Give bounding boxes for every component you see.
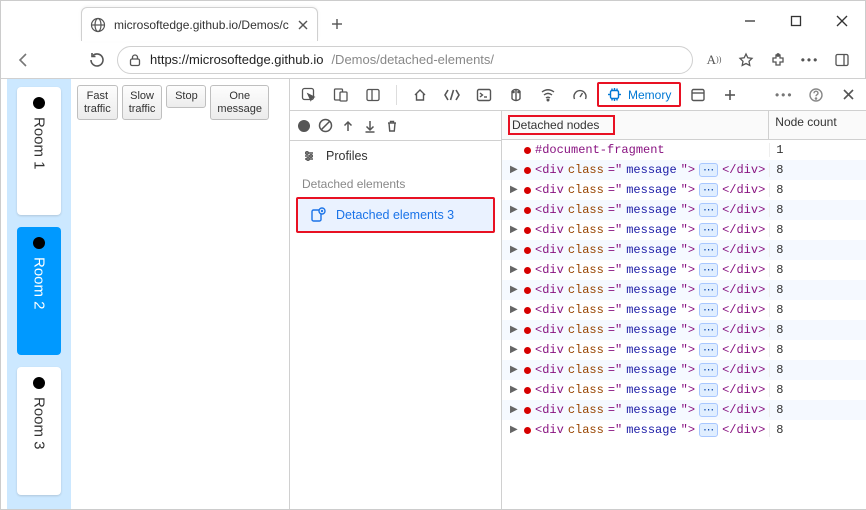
grid-header: Detached nodes Node count [502, 111, 866, 140]
address-bar: https://microsoftedge.github.io/Demos/de… [1, 41, 865, 79]
maximize-button[interactable] [773, 5, 819, 37]
site-info-icon[interactable] [128, 53, 142, 67]
grid-row[interactable]: ▶<div class="message">⋯</div>8 [502, 240, 866, 260]
sources-tab-icon[interactable] [501, 80, 531, 110]
delete-icon[interactable] [385, 119, 399, 133]
more-tabs-button[interactable] [715, 80, 745, 110]
tab-title: microsoftedge.github.io/Demos/c [114, 18, 289, 32]
dock-icon[interactable] [358, 80, 388, 110]
performance-tab-icon[interactable] [565, 80, 595, 110]
grid-row[interactable]: ▶<div class="message">⋯</div>8 [502, 380, 866, 400]
room-label: Room 1 [31, 117, 48, 170]
devtools-more-icon[interactable]: ••• [769, 80, 799, 110]
globe-icon [90, 17, 106, 33]
header-node-count[interactable]: Node count [769, 111, 866, 139]
elements-tab-icon[interactable] [437, 80, 467, 110]
rooms-strip: Room 1 Room 2 Room 3 [1, 79, 71, 509]
back-button[interactable] [9, 45, 39, 75]
grid-row[interactable]: ▶<div class="message">⋯</div>8 [502, 180, 866, 200]
new-tab-button[interactable] [322, 9, 352, 39]
fast-traffic-button[interactable]: Fast traffic [77, 85, 118, 120]
inspect-icon[interactable] [294, 80, 324, 110]
grid-row-fragment[interactable]: #document-fragment1 [502, 140, 866, 160]
grid-row[interactable]: ▶<div class="message">⋯</div>8 [502, 320, 866, 340]
close-devtools-icon[interactable] [833, 80, 863, 110]
grid-row[interactable]: ▶<div class="message">⋯</div>8 [502, 340, 866, 360]
window-titlebar: microsoftedge.github.io/Demos/c [1, 1, 865, 41]
page-controls: Fast traffic Slow traffic Stop One messa… [71, 79, 275, 509]
room-2[interactable]: Room 2 [17, 227, 61, 355]
grid-row[interactable]: ▶<div class="message">⋯</div>8 [502, 160, 866, 180]
welcome-tab-icon[interactable] [405, 80, 435, 110]
close-window-button[interactable] [819, 5, 865, 37]
profiles-label: Profiles [326, 149, 368, 163]
detached-item-label: Detached elements 3 [336, 208, 454, 222]
header-detached-nodes[interactable]: Detached nodes [502, 111, 769, 139]
demo-page: Room 1 Room 2 Room 3 Fast traffic Slow t… [1, 79, 289, 509]
memory-tab-label: Memory [628, 88, 671, 102]
help-icon[interactable] [801, 80, 831, 110]
memory-grid: Detached nodes Node count #document-frag… [502, 111, 866, 509]
application-tab-icon[interactable] [683, 80, 713, 110]
memory-toolbar [290, 111, 501, 141]
grid-row[interactable]: ▶<div class="message">⋯</div>8 [502, 360, 866, 380]
minimize-button[interactable] [727, 5, 773, 37]
refresh-button[interactable] [81, 45, 111, 75]
detached-elements-item[interactable]: Detached elements 3 [296, 197, 495, 233]
divider [396, 85, 397, 105]
grid-row[interactable]: ▶<div class="message">⋯</div>8 [502, 420, 866, 440]
one-message-button[interactable]: One message [210, 85, 269, 120]
devtools-tab-strip: Memory ••• [290, 79, 866, 111]
grid-row[interactable]: ▶<div class="message">⋯</div>8 [502, 300, 866, 320]
url-path: /Demos/detached-elements/ [331, 52, 494, 67]
memory-tab[interactable]: Memory [597, 82, 681, 107]
download-icon[interactable] [363, 119, 377, 133]
stop-button[interactable]: Stop [166, 85, 206, 108]
profiles-row[interactable]: Profiles [290, 141, 501, 171]
devtools-panel: Memory ••• [289, 79, 866, 509]
memory-sidebar: Profiles Detached elements Detached elem… [290, 111, 502, 509]
clear-icon[interactable] [318, 118, 333, 133]
read-aloud-icon[interactable]: A)) [699, 45, 729, 75]
record-button[interactable] [298, 120, 310, 132]
room-1[interactable]: Room 1 [17, 87, 61, 215]
close-tab-icon[interactable] [297, 19, 309, 31]
url-host: https://microsoftedge.github.io [150, 52, 323, 67]
grid-row[interactable]: ▶<div class="message">⋯</div>8 [502, 280, 866, 300]
browser-tab[interactable]: microsoftedge.github.io/Demos/c [81, 7, 318, 41]
network-tab-icon[interactable] [533, 80, 563, 110]
url-box[interactable]: https://microsoftedge.github.io/Demos/de… [117, 46, 693, 74]
grid-row[interactable]: ▶<div class="message">⋯</div>8 [502, 400, 866, 420]
upload-icon[interactable] [341, 119, 355, 133]
detached-heading: Detached elements [290, 171, 501, 195]
sidebar-toggle-icon[interactable] [827, 45, 857, 75]
console-tab-icon[interactable] [469, 80, 499, 110]
window-controls [727, 1, 865, 41]
extensions-icon[interactable] [763, 45, 793, 75]
grid-row[interactable]: ▶<div class="message">⋯</div>8 [502, 260, 866, 280]
slow-traffic-button[interactable]: Slow traffic [122, 85, 163, 120]
more-icon[interactable]: ••• [795, 45, 825, 75]
grid-row[interactable]: ▶<div class="message">⋯</div>8 [502, 200, 866, 220]
room-label: Room 3 [31, 397, 48, 450]
device-icon[interactable] [326, 80, 356, 110]
room-label: Room 2 [31, 257, 48, 310]
room-3[interactable]: Room 3 [17, 367, 61, 495]
grid-row[interactable]: ▶<div class="message">⋯</div>8 [502, 220, 866, 240]
grid-body[interactable]: #document-fragment1▶<div class="message"… [502, 140, 866, 509]
favorite-icon[interactable] [731, 45, 761, 75]
